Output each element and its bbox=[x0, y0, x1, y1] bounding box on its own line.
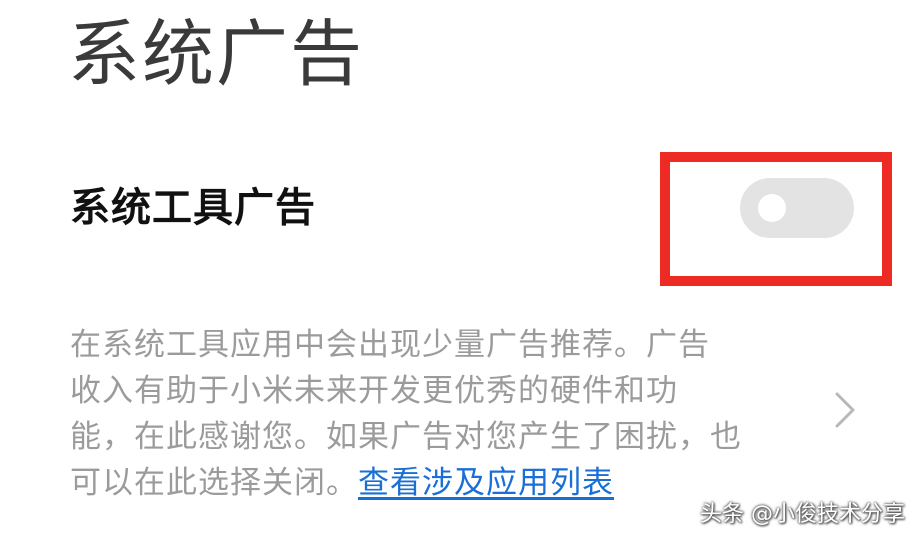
description-line: 在系统工具应用中会出现少量广告推荐。广告 bbox=[70, 327, 710, 363]
setting-description: 在系统工具应用中会出现少量广告推荐。广告 收入有助于小米未来开发更优秀的硬件和功… bbox=[70, 322, 770, 506]
chevron-right-icon[interactable] bbox=[828, 388, 862, 432]
watermark-text: 头条 @小俊技术分享 bbox=[700, 502, 905, 527]
description-line-text: 可以在此选择关闭。 bbox=[70, 465, 358, 501]
settings-page: 系统广告 系统工具广告 在系统工具应用中会出现少量广告推荐。广告 收入有助于小米… bbox=[0, 0, 923, 542]
system-tool-ads-toggle[interactable] bbox=[740, 178, 854, 238]
setting-row-system-tool-ads[interactable]: 系统工具广告 bbox=[0, 130, 923, 290]
description-line: 收入有助于小米未来开发更优秀的硬件和功 bbox=[70, 373, 678, 409]
view-app-list-link[interactable]: 查看涉及应用列表 bbox=[358, 465, 614, 501]
toggle-knob bbox=[758, 194, 786, 222]
page-title: 系统广告 bbox=[68, 12, 365, 96]
watermark: 头条 @小俊技术分享 bbox=[700, 496, 905, 528]
description-line: 能，在此感谢您。如果广告对您产生了困扰，也 bbox=[70, 419, 742, 455]
setting-label: 系统工具广告 bbox=[70, 185, 316, 231]
description-line-last: 可以在此选择关闭。查看涉及应用列表 bbox=[70, 460, 770, 506]
